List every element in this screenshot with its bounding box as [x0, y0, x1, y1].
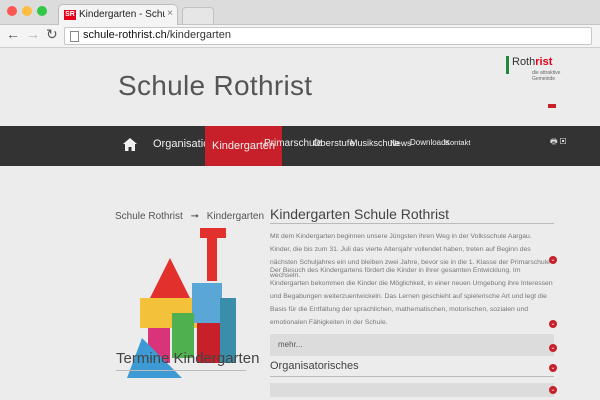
- breadcrumb: Schule Rothrist ➞ Kindergarten: [115, 211, 264, 222]
- browser-tab-active[interactable]: SR Kindergarten - Schule Roth ×: [58, 4, 178, 25]
- site-title[interactable]: Schule Rothrist: [118, 70, 312, 102]
- expand-icon[interactable]: ⌄: [549, 364, 557, 372]
- page-title: Kindergarten Schule Rothrist: [270, 206, 449, 222]
- browser-toolbar: ← → ↻ schule-rothrist.ch/kindergarten: [0, 25, 600, 48]
- divider: [270, 223, 554, 224]
- nav-item-kontakt[interactable]: Kontakt: [445, 138, 470, 147]
- description-paragraph: Der Besuch des Kindergartens fördert die…: [270, 267, 553, 326]
- expand-icon[interactable]: ⌄: [549, 256, 557, 264]
- reload-icon[interactable]: ↻: [46, 26, 58, 43]
- nav-item-news[interactable]: News: [390, 138, 411, 148]
- logo-bar-icon: [506, 56, 509, 74]
- new-tab-button[interactable]: [182, 7, 214, 24]
- expand-icon[interactable]: ⌄: [549, 386, 557, 394]
- rothrist-logo[interactable]: Rothrist die attraktive Gemeinde: [506, 54, 576, 84]
- section-heading-organisatorisches: Organisatorisches: [270, 360, 359, 372]
- minimize-window-button[interactable]: [22, 6, 32, 16]
- nav-item-downloads[interactable]: Downloads: [410, 138, 450, 147]
- breadcrumb-root-link[interactable]: Schule Rothrist: [115, 211, 183, 222]
- divider: [116, 370, 246, 371]
- page-icon: [70, 31, 79, 42]
- more-label: mehr...: [278, 340, 303, 349]
- nav-item-oberstufe[interactable]: Oberstufe: [313, 138, 355, 149]
- browser-titlebar: SR Kindergarten - Schule Roth ×: [0, 0, 600, 25]
- more-toggle[interactable]: mehr...: [270, 334, 554, 356]
- tab-title: Kindergarten - Schule Roth: [79, 9, 165, 20]
- home-icon[interactable]: [123, 138, 137, 156]
- forward-arrow-icon[interactable]: →: [26, 26, 40, 42]
- site-favicon-icon: SR: [64, 10, 76, 20]
- language-switch-button[interactable]: [548, 104, 556, 108]
- breadcrumb-current: Kindergarten: [206, 211, 265, 222]
- tab-close-icon[interactable]: ×: [167, 8, 173, 19]
- expand-icon[interactable]: ⌄: [549, 344, 557, 352]
- web-page: Schule Rothrist Rothrist die attraktive …: [0, 48, 600, 400]
- divider: [270, 376, 554, 377]
- breadcrumb-arrow-icon: ➞: [190, 211, 199, 222]
- zoom-window-button[interactable]: [37, 6, 47, 16]
- close-window-button[interactable]: [7, 6, 17, 16]
- accordion-item[interactable]: [270, 383, 554, 397]
- logo-name: Rothrist: [512, 56, 553, 68]
- main-navigation: Organisation Kindergarten Primarschule O…: [0, 126, 600, 166]
- url-text: schule-rothrist.ch/kindergarten: [83, 29, 231, 41]
- expand-icon[interactable]: ⌄: [549, 320, 557, 328]
- print-icon[interactable]: 🖶 ▣: [550, 136, 566, 150]
- termine-heading: Termine Kindergarten: [116, 350, 260, 367]
- back-arrow-icon[interactable]: ←: [6, 26, 20, 42]
- logo-tagline: die attraktive Gemeinde: [532, 70, 561, 82]
- address-bar[interactable]: schule-rothrist.ch/kindergarten: [64, 27, 592, 45]
